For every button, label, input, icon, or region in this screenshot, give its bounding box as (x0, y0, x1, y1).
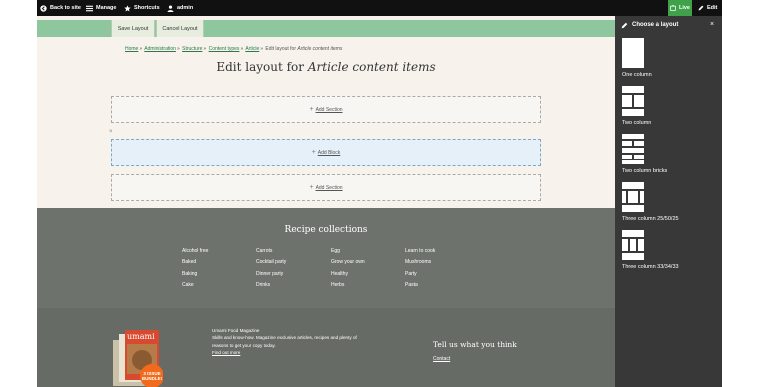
layout-builder-actions: Save Layout Cancel Layout (37, 20, 615, 37)
recipe-link[interactable]: Baked (182, 257, 208, 268)
user-label: admin (177, 5, 194, 11)
recipe-link[interactable]: Learn to cook (405, 246, 435, 257)
cancel-layout-button[interactable]: Cancel Layout (156, 20, 204, 37)
breadcrumb: Home» Administration» Structure» Content… (125, 46, 343, 52)
manage-label: Manage (96, 5, 117, 11)
plus-icon: + (311, 149, 316, 156)
layout-label: Three column 25/50/25 (622, 216, 679, 222)
back-to-site-link[interactable]: Back to site (40, 0, 81, 16)
recipe-link[interactable]: Alcohol free (182, 246, 208, 257)
pencil-icon (621, 22, 628, 29)
user-icon (167, 4, 174, 12)
recipe-link[interactable]: Cake (182, 280, 208, 291)
manage-menu[interactable]: Manage (86, 0, 116, 16)
feedback-heading: Tell us what you think (433, 340, 517, 349)
two-column-bricks-icon (622, 134, 644, 164)
close-icon[interactable]: × (710, 21, 714, 28)
page-title: Edit layout for Article content items (216, 60, 436, 74)
breadcrumb-current: Edit layout for Article content items (265, 46, 343, 52)
recipe-link[interactable]: Carrots (256, 246, 286, 257)
recipe-link[interactable]: Dinner party (256, 269, 286, 280)
main-content: Save Layout Cancel Layout Home» Administ… (37, 16, 615, 387)
breadcrumb-content-types[interactable]: Content types (209, 46, 240, 52)
three-column-25-50-25-icon (622, 182, 644, 212)
two-column-icon (622, 86, 644, 116)
layout-label: Three column 33/34/33 (622, 264, 679, 270)
add-block-region[interactable]: + Add Block (111, 139, 541, 166)
browser-frame: Back to site Manage Shortcuts admin Live… (37, 0, 722, 387)
recipe-link[interactable]: Drinks (256, 280, 286, 291)
off-canvas-panel: Choose a layout × One column Two column (615, 16, 722, 387)
breadcrumb-article[interactable]: Article (245, 46, 259, 52)
hamburger-icon (86, 5, 93, 11)
layout-label: One column (622, 72, 652, 78)
workspace-icon (670, 5, 676, 11)
plus-icon: + (309, 106, 314, 113)
magazine-promo: Umami Food Magazine Skills and know-how.… (212, 327, 367, 357)
recipe-link[interactable]: Party (405, 269, 435, 280)
shortcuts-menu[interactable]: Shortcuts (124, 0, 160, 16)
add-section-top[interactable]: + Add Section (111, 96, 541, 123)
layout-label: Two column (622, 120, 652, 126)
plus-icon: + (309, 184, 314, 191)
mag-brand-text: umami (127, 332, 155, 341)
recipe-link[interactable]: Healthy (331, 269, 365, 280)
layout-option-two-column[interactable]: Two column (622, 86, 717, 126)
magazine-title: Umami Food Magazine (212, 328, 260, 333)
remove-section-icon[interactable]: × (109, 129, 113, 135)
panel-header: Choose a layout × (615, 16, 722, 36)
add-section-bottom[interactable]: + Add Section (111, 174, 541, 201)
live-label: Live (678, 5, 690, 11)
back-label: Back to site (50, 5, 81, 11)
admin-toolbar: Back to site Manage Shortcuts admin Live… (37, 0, 722, 16)
layout-option-one-column[interactable]: One column (622, 38, 717, 78)
recipe-link[interactable]: Pasta (405, 280, 435, 291)
recipe-column: Alcohol free Baked Baking Cake (182, 246, 208, 291)
shortcuts-label: Shortcuts (134, 5, 160, 11)
site-footer: umami 3 ISSUE BUNDLE! Umami Food Magazin… (37, 308, 615, 387)
recipe-link[interactable]: Egg (331, 246, 365, 257)
magazine-description: Skills and know-how. Magazine exclusive … (212, 335, 357, 348)
recipe-link[interactable]: Mushrooms (405, 257, 435, 268)
pencil-icon (698, 5, 704, 11)
recipe-link[interactable]: Baking (182, 269, 208, 280)
recipe-collections-title: Recipe collections (284, 225, 368, 235)
add-block-label: Add Block (317, 149, 341, 156)
panel-title: Choose a layout (632, 22, 679, 28)
live-toggle[interactable]: Live (668, 0, 692, 16)
one-column-icon (622, 38, 644, 68)
layout-option-two-column-bricks[interactable]: Two column bricks (622, 134, 717, 174)
star-icon (124, 4, 131, 12)
layout-label: Two column bricks (622, 168, 668, 174)
add-section-label: Add Section (315, 106, 343, 113)
recipe-collections: Recipe collections Alcohol free Baked Ba… (37, 208, 615, 308)
find-out-more-link[interactable]: Find out more (212, 349, 367, 356)
edit-label: Edit (707, 5, 718, 11)
contact-link[interactable]: Contact (433, 356, 450, 362)
user-menu[interactable]: admin (167, 0, 193, 16)
three-column-33-34-33-icon (622, 230, 644, 260)
save-layout-button[interactable]: Save Layout (111, 20, 155, 37)
layout-option-three-column-33-34-33[interactable]: Three column 33/34/33 (622, 230, 717, 270)
layout-option-three-column-25-50-25[interactable]: Three column 25/50/25 (622, 182, 717, 222)
recipe-column: Learn to cook Mushrooms Party Pasta (405, 246, 435, 291)
edit-toggle[interactable]: Edit (698, 0, 717, 16)
badge-line2: BUNDLE! (142, 376, 163, 381)
recipe-link[interactable]: Grow your own (331, 257, 365, 268)
recipe-link[interactable]: Herbs (331, 280, 365, 291)
breadcrumb-home[interactable]: Home (125, 46, 138, 52)
recipe-link[interactable]: Cocktail party (256, 257, 286, 268)
recipe-column: Carrots Cocktail party Dinner party Drin… (256, 246, 286, 291)
breadcrumb-administration[interactable]: Administration (144, 46, 176, 52)
add-section-label: Add Section (315, 184, 343, 191)
breadcrumb-structure[interactable]: Structure (182, 46, 202, 52)
back-arrow-icon (40, 4, 47, 12)
recipe-column: Egg Grow your own Healthy Herbs (331, 246, 365, 291)
magazine-cover-image: umami 3 ISSUE BUNDLE! (113, 330, 163, 387)
